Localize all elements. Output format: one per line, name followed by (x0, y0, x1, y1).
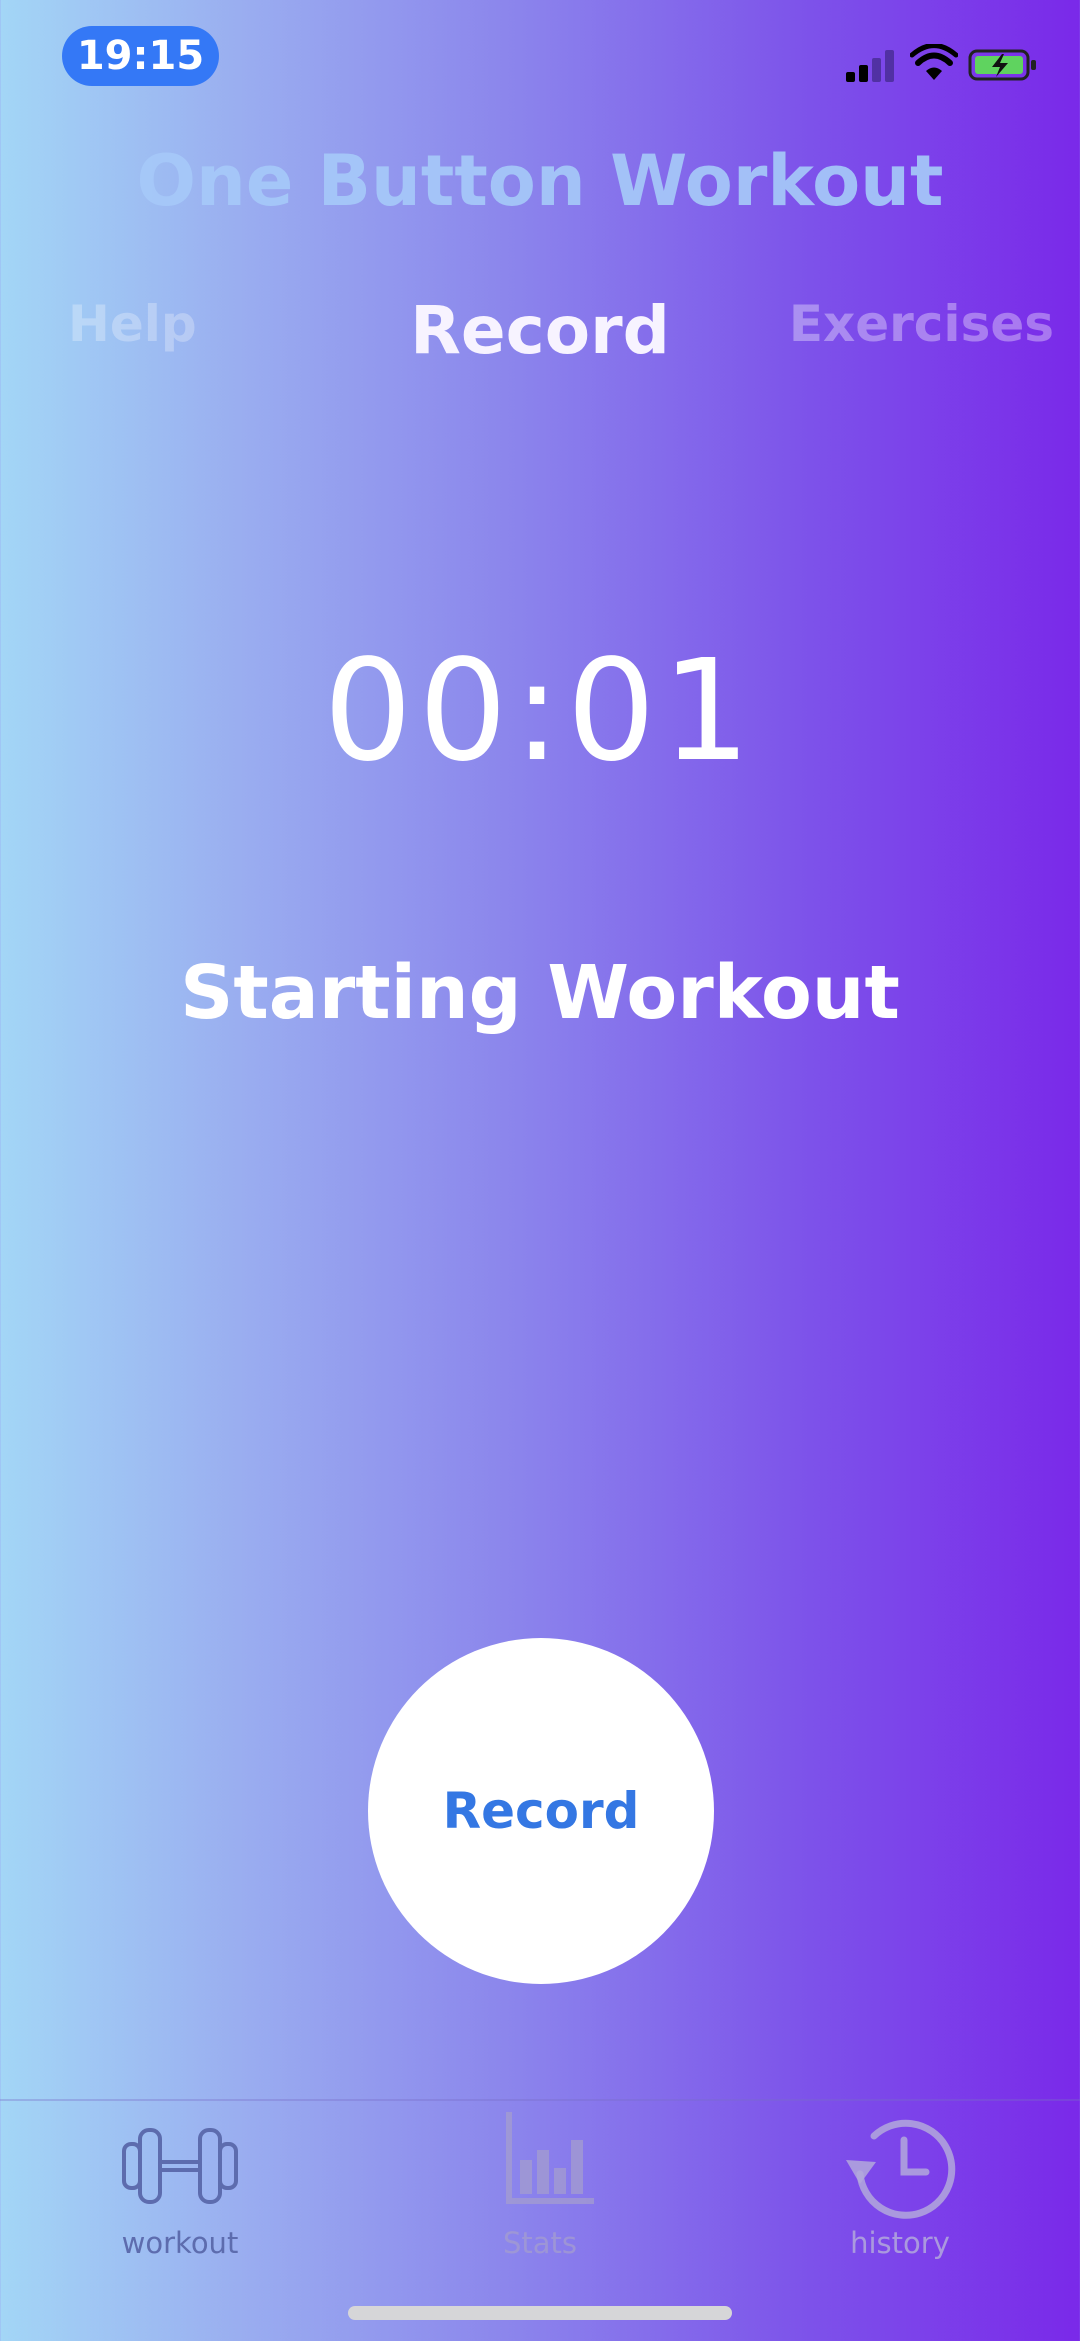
app-title: One Button Workout (136, 140, 944, 222)
tabbar-item-workout[interactable]: workout (70, 2110, 290, 2260)
history-clock-icon (846, 2119, 956, 2219)
tab-exercises[interactable]: Exercises (789, 295, 1054, 353)
tabbar-label-stats: Stats (502, 2226, 578, 2260)
tabbar-label-history: history (850, 2226, 950, 2260)
battery-icon (968, 49, 1036, 81)
home-indicator[interactable] (348, 2306, 732, 2320)
wifi-icon (910, 44, 958, 80)
tabbar-item-history[interactable]: history (790, 2110, 1010, 2260)
workout-status: Starting Workout (180, 950, 900, 1036)
dumbbell-icon (122, 2128, 238, 2204)
tabbar-label-workout: workout (121, 2226, 239, 2260)
tabbar-item-stats[interactable]: Stats (430, 2110, 650, 2260)
bar-chart-icon (506, 2112, 594, 2204)
workout-timer: 00:01 (323, 630, 757, 793)
status-time: 19:15 (62, 26, 219, 86)
cellular-signal-icon (846, 48, 896, 82)
record-button[interactable]: Record (368, 1638, 714, 1984)
